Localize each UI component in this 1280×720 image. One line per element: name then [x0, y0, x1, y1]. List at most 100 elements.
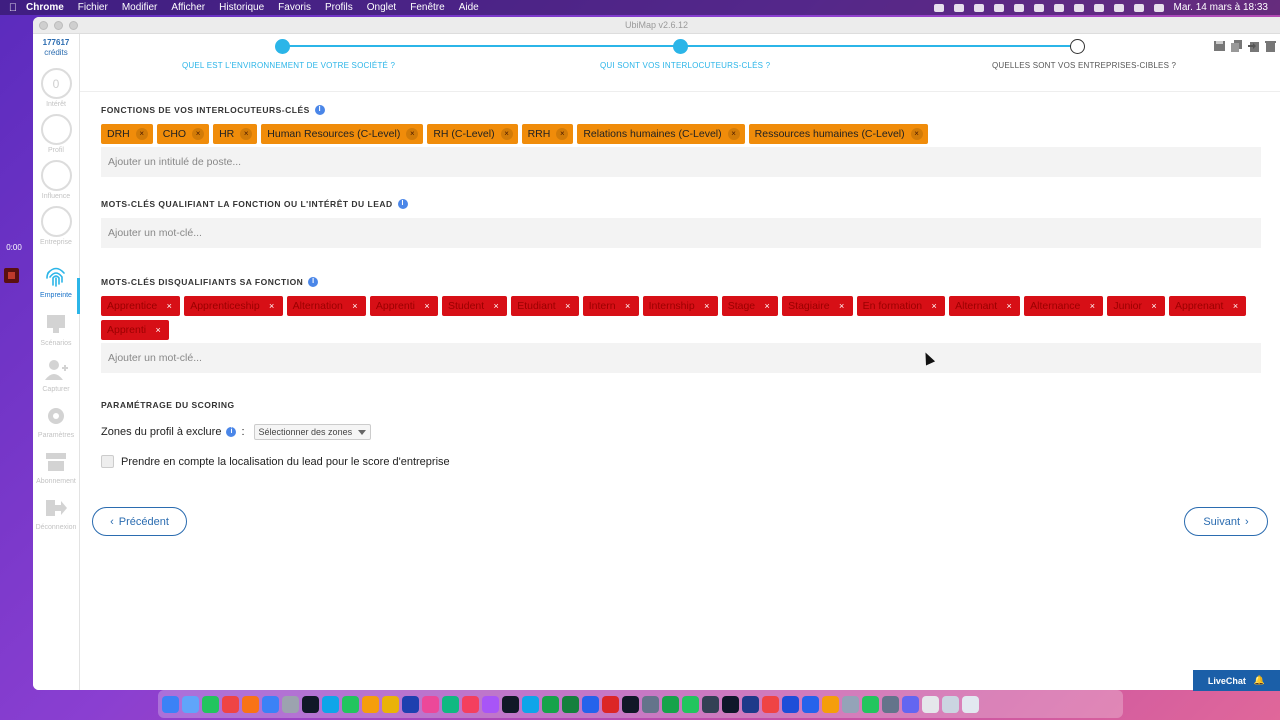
- siri-icon[interactable]: [1153, 3, 1164, 12]
- info-icon[interactable]: i: [308, 277, 319, 287]
- remove-tag-icon[interactable]: ×: [622, 300, 634, 312]
- step-2-dot[interactable]: [673, 39, 688, 54]
- remove-tag-icon[interactable]: ×: [1148, 300, 1160, 312]
- remove-tag-icon[interactable]: ×: [490, 300, 502, 312]
- dock-app-icon[interactable]: [862, 695, 879, 713]
- dock-app-icon[interactable]: [422, 695, 439, 713]
- save-icon[interactable]: [1214, 40, 1225, 52]
- menu-favoris[interactable]: Favoris: [278, 2, 311, 13]
- info-icon[interactable]: i: [397, 199, 408, 209]
- dock-app-icon[interactable]: [602, 695, 619, 713]
- dock-app-icon[interactable]: [202, 695, 219, 713]
- remove-tag-icon[interactable]: ×: [928, 300, 940, 312]
- livechat-button[interactable]: LiveChat 🔔: [1193, 670, 1280, 691]
- import-icon[interactable]: [1248, 40, 1259, 52]
- remove-tag-icon[interactable]: ×: [266, 300, 278, 312]
- sidebar-item-influence[interactable]: Influence: [33, 160, 79, 200]
- dock-app-icon[interactable]: [622, 695, 639, 713]
- dock-app-icon[interactable]: [642, 695, 659, 713]
- dock-app-icon[interactable]: [962, 695, 979, 713]
- step-3-dot[interactable]: [1070, 39, 1085, 54]
- remove-tag-icon[interactable]: ×: [500, 128, 513, 140]
- dock-app-icon[interactable]: [842, 695, 859, 713]
- dock-app-icon[interactable]: [482, 695, 499, 713]
- dock-app-icon[interactable]: [342, 695, 359, 713]
- dock-app-icon[interactable]: [162, 695, 179, 713]
- sidebar-item-scenarios[interactable]: Scénarios: [33, 312, 79, 347]
- dock-app-icon[interactable]: [402, 695, 419, 713]
- menu-aide[interactable]: Aide: [459, 2, 479, 13]
- sidebar-item-parametres[interactable]: Paramètres: [33, 404, 79, 439]
- info-icon[interactable]: i: [314, 105, 325, 115]
- time-machine-icon[interactable]: [1093, 3, 1104, 12]
- menu-fichier[interactable]: Fichier: [78, 2, 108, 13]
- remove-tag-icon[interactable]: ×: [421, 300, 433, 312]
- dock-app-icon[interactable]: [822, 695, 839, 713]
- dock-app-icon[interactable]: [182, 695, 199, 713]
- sidebar-item-entreprise[interactable]: Entreprise: [33, 206, 79, 246]
- remove-tag-icon[interactable]: ×: [1003, 300, 1015, 312]
- menu-onglet[interactable]: Onglet: [367, 2, 396, 13]
- vpn-icon[interactable]: [933, 3, 944, 12]
- sidebar-item-empreinte[interactable]: Empreinte: [33, 264, 79, 299]
- dock-app-icon[interactable]: [582, 695, 599, 713]
- apple-menu-icon[interactable]: : [0, 2, 26, 14]
- menu-historique[interactable]: Historique: [219, 2, 264, 13]
- brightness-icon[interactable]: [973, 3, 984, 12]
- sidebar-item-profil[interactable]: Profil: [33, 114, 79, 154]
- sidebar-item-abonnement[interactable]: Abonnement: [33, 450, 79, 485]
- dock-app-icon[interactable]: [942, 695, 959, 713]
- dock-app-icon[interactable]: [522, 695, 539, 713]
- menu-fenetre[interactable]: Fenêtre: [410, 2, 444, 13]
- dock-app-icon[interactable]: [362, 695, 379, 713]
- volume-icon[interactable]: [993, 3, 1004, 12]
- remove-tag-icon[interactable]: ×: [1229, 300, 1241, 312]
- remove-tag-icon[interactable]: ×: [910, 128, 923, 140]
- add-job-title-input[interactable]: Ajouter un intitulé de poste...: [101, 147, 1261, 177]
- dock-app-icon[interactable]: [562, 695, 579, 713]
- battery-icon[interactable]: [1053, 3, 1064, 12]
- remove-tag-icon[interactable]: ×: [135, 128, 148, 140]
- localisation-checkbox[interactable]: [101, 455, 114, 468]
- copy-icon[interactable]: [1231, 40, 1242, 52]
- dock-app-icon[interactable]: [922, 695, 939, 713]
- dock-app-icon[interactable]: [702, 695, 719, 713]
- bluetooth-icon[interactable]: [1013, 3, 1024, 12]
- zones-select[interactable]: Sélectionner des zones: [253, 424, 372, 440]
- control-center-icon[interactable]: [1133, 3, 1144, 12]
- step-3-label[interactable]: QUELLES SONT VOS ENTREPRISES-CIBLES ?: [992, 61, 1176, 70]
- remove-tag-icon[interactable]: ×: [701, 300, 713, 312]
- record-stop-icon[interactable]: [4, 268, 19, 283]
- step-2-label[interactable]: QUI SONT VOS INTERLOCUTEURS-CLÉS ?: [600, 61, 770, 70]
- dock-app-icon[interactable]: [542, 695, 559, 713]
- remove-tag-icon[interactable]: ×: [349, 300, 361, 312]
- menubar-app-name[interactable]: Chrome: [26, 2, 64, 13]
- dock-app-icon[interactable]: [682, 695, 699, 713]
- add-disqualifying-keyword-input[interactable]: Ajouter un mot-clé...: [101, 343, 1261, 373]
- previous-button[interactable]: ‹ Précédent: [92, 507, 187, 536]
- info-icon[interactable]: i: [226, 427, 237, 437]
- dock-app-icon[interactable]: [802, 695, 819, 713]
- remove-tag-icon[interactable]: ×: [406, 128, 419, 140]
- remove-tag-icon[interactable]: ×: [761, 300, 773, 312]
- remove-tag-icon[interactable]: ×: [163, 300, 175, 312]
- dock-app-icon[interactable]: [262, 695, 279, 713]
- step-1-dot[interactable]: [275, 39, 290, 54]
- trash-icon[interactable]: [1265, 40, 1276, 52]
- dock-app-icon[interactable]: [742, 695, 759, 713]
- menu-modifier[interactable]: Modifier: [122, 2, 158, 13]
- dock-app-icon[interactable]: [462, 695, 479, 713]
- remove-tag-icon[interactable]: ×: [1086, 300, 1098, 312]
- remove-tag-icon[interactable]: ×: [836, 300, 848, 312]
- dock-app-icon[interactable]: [302, 695, 319, 713]
- remove-tag-icon[interactable]: ×: [562, 300, 574, 312]
- sidebar-item-capturer[interactable]: Capturer: [33, 358, 79, 393]
- dock-app-icon[interactable]: [222, 695, 239, 713]
- remove-tag-icon[interactable]: ×: [556, 128, 569, 140]
- dock-app-icon[interactable]: [722, 695, 739, 713]
- menu-afficher[interactable]: Afficher: [171, 2, 205, 13]
- dock-app-icon[interactable]: [762, 695, 779, 713]
- dock-app-icon[interactable]: [382, 695, 399, 713]
- wifi-icon[interactable]: [1073, 3, 1084, 12]
- dock-app-icon[interactable]: [322, 695, 339, 713]
